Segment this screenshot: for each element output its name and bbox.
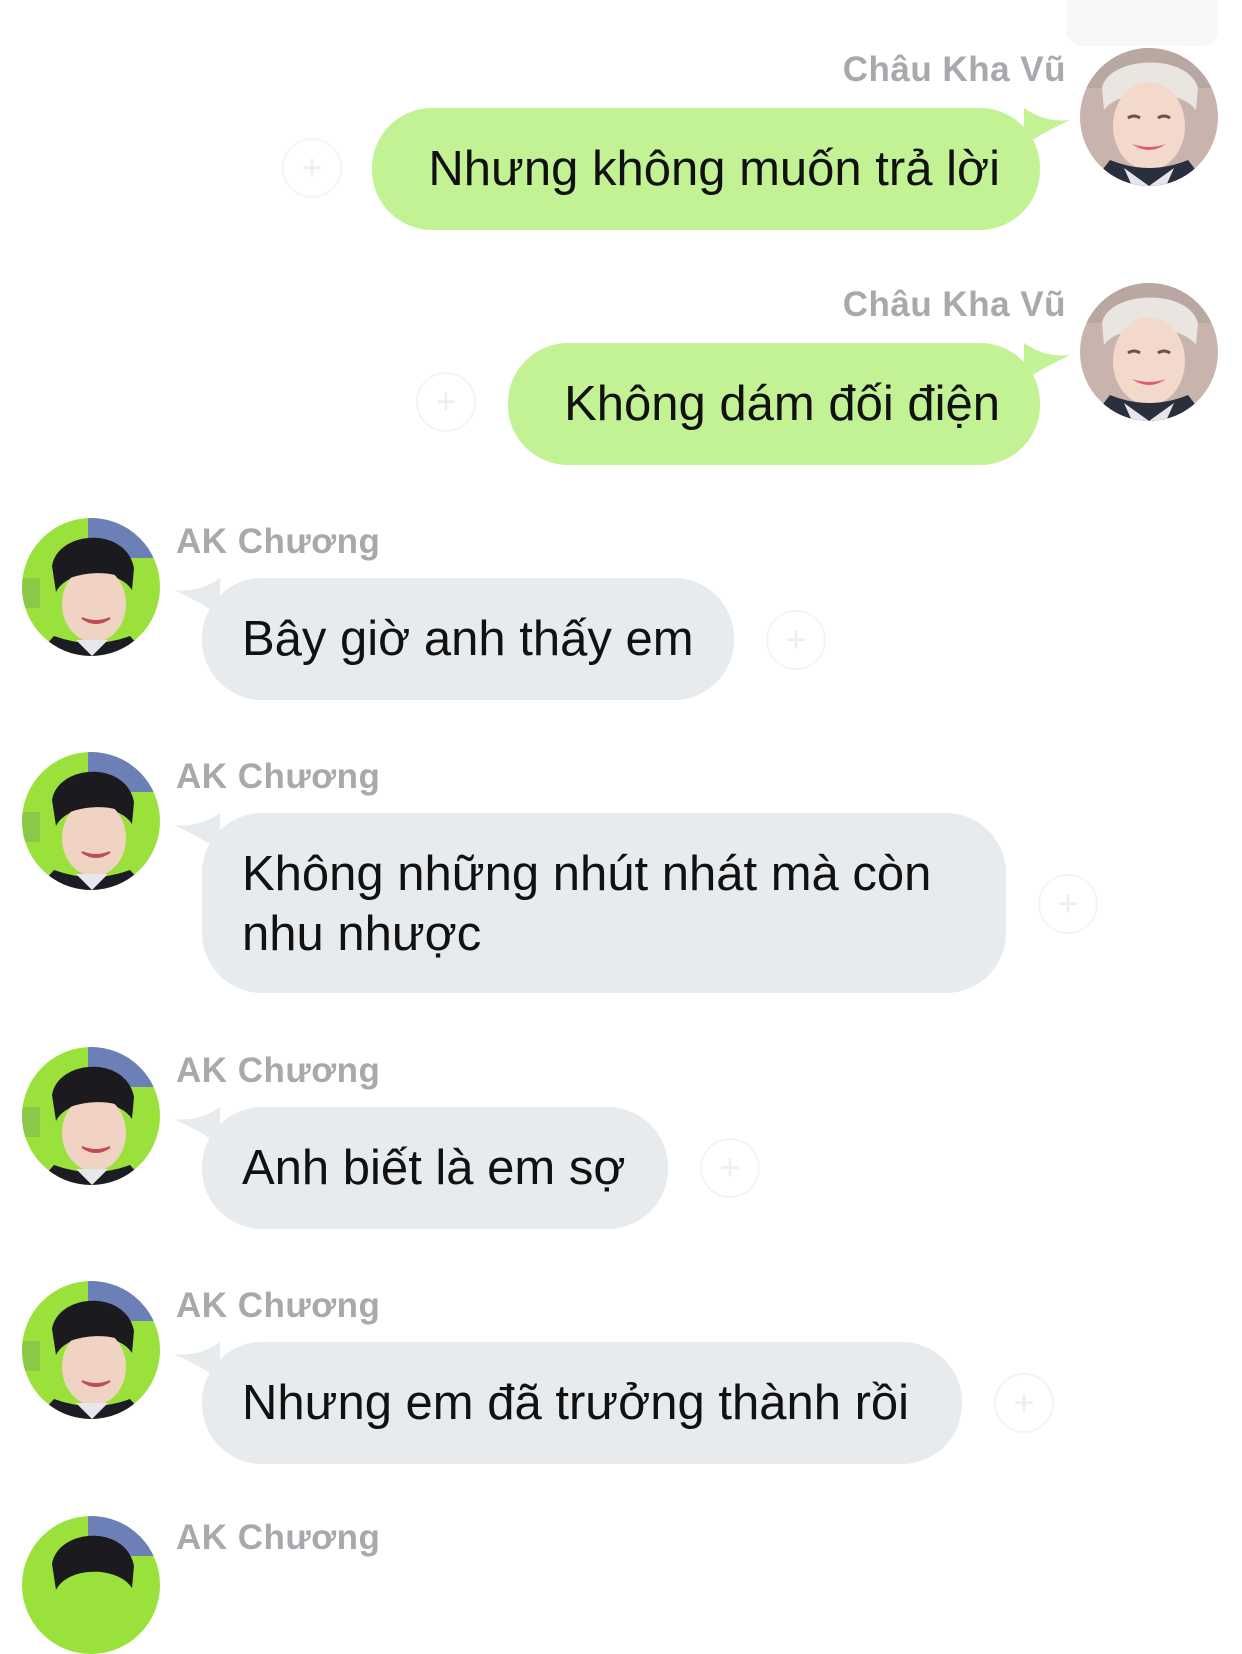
message-bubble[interactable]: Bây giờ anh thấy em (202, 578, 734, 700)
avatar-ak-chuong[interactable] (22, 518, 160, 656)
plus-icon: + (785, 618, 807, 660)
user-avatar-icon (1080, 283, 1218, 421)
message-bubble[interactable]: Không dám đối điện (508, 343, 1040, 465)
bubble-tail (1024, 343, 1070, 381)
avatar-ak-chuong[interactable] (22, 752, 160, 890)
add-reaction-button[interactable]: + (416, 372, 476, 432)
add-reaction-button[interactable]: + (766, 610, 826, 670)
plus-icon: + (301, 146, 323, 188)
sender-name: AK Chương (176, 757, 381, 796)
user-avatar-icon (1080, 48, 1218, 186)
message-bubble[interactable]: Không những nhút nhát mà còn nhu nhược (202, 813, 1006, 993)
sender-name: AK Chương (176, 1051, 381, 1090)
bubble-tail (1024, 108, 1070, 146)
user-avatar-icon (22, 1281, 160, 1419)
add-reaction-button[interactable]: + (700, 1138, 760, 1198)
message-bubble[interactable]: Anh biết là em sợ (202, 1107, 668, 1229)
avatar-ak-chuong[interactable] (22, 1047, 160, 1185)
user-avatar-icon (22, 1516, 160, 1654)
sender-name: AK Chương (176, 522, 381, 561)
add-reaction-button[interactable]: + (282, 138, 342, 198)
add-reaction-button[interactable]: + (994, 1373, 1054, 1433)
user-avatar-icon (22, 1047, 160, 1185)
user-avatar-icon (22, 752, 160, 890)
plus-icon: + (1057, 882, 1079, 924)
sender-name: Châu Kha Vũ (842, 50, 1066, 89)
avatar-chau-kha-vu[interactable] (1080, 283, 1218, 421)
timestamp-pill (1066, 0, 1218, 46)
user-avatar-icon (22, 518, 160, 656)
plus-icon: + (435, 380, 457, 422)
avatar-ak-chuong[interactable] (22, 1281, 160, 1419)
sender-name: AK Chương (176, 1518, 381, 1557)
sender-name: Châu Kha Vũ (842, 285, 1066, 324)
plus-icon: + (1013, 1381, 1035, 1423)
sender-name: AK Chương (176, 1286, 381, 1325)
plus-icon: + (719, 1146, 741, 1188)
add-reaction-button[interactable]: + (1038, 874, 1098, 934)
message-bubble[interactable]: Nhưng không muốn trả lời (372, 108, 1040, 230)
avatar-ak-chuong[interactable] (22, 1516, 160, 1654)
message-bubble[interactable]: Nhưng em đã trưởng thành rồi (202, 1342, 962, 1464)
avatar-chau-kha-vu[interactable] (1080, 48, 1218, 186)
